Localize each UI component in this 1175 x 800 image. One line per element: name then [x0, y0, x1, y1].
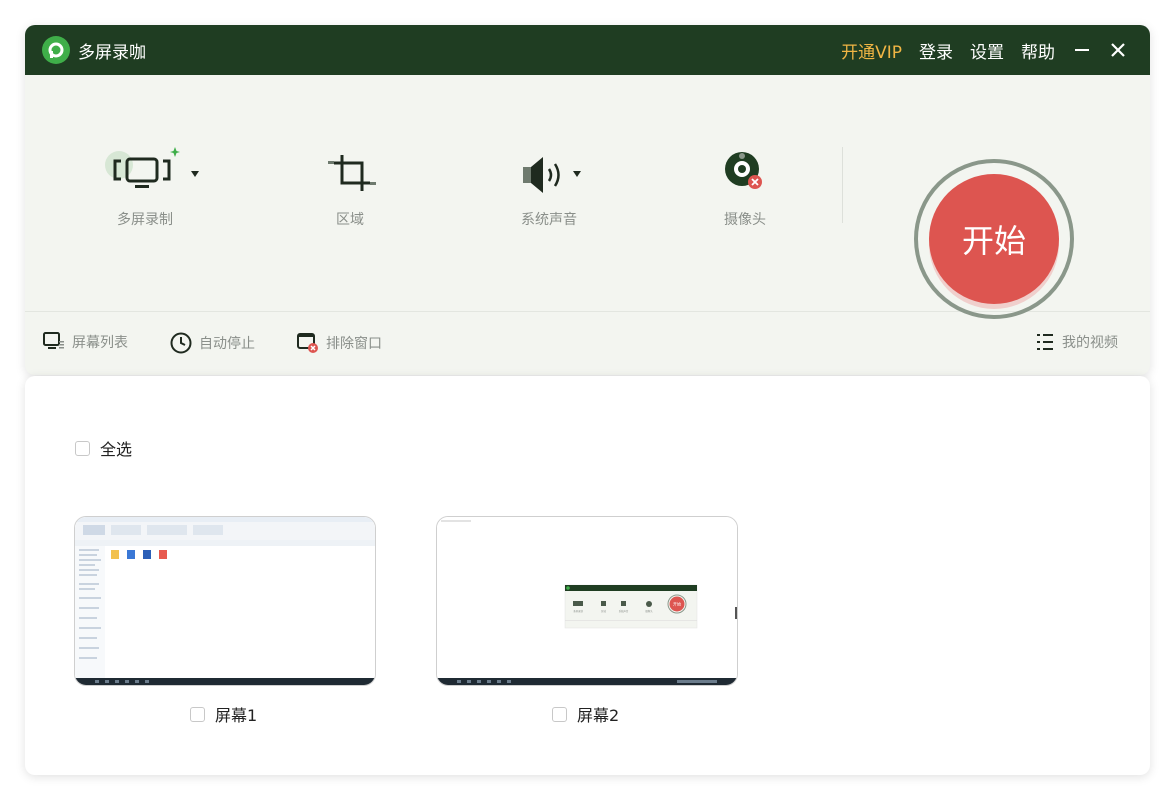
tool-divider [842, 147, 843, 223]
list-icon [1037, 334, 1053, 350]
exclude-window-button[interactable]: 排除窗口 [297, 332, 382, 354]
tool-webcam[interactable]: 摄像头 [720, 145, 770, 229]
tool-system-sound[interactable]: 系统声音 [519, 145, 581, 229]
tool-region[interactable]: 区域 [320, 145, 380, 229]
screen-list-label: 屏幕列表 [72, 335, 128, 351]
my-videos-button[interactable]: 我的视频 [1035, 332, 1118, 352]
app-title: 多屏录咖 [78, 42, 146, 63]
screen-2-preview-image: 多屏录制 区域 系统声音 摄像头 开始 [437, 517, 737, 685]
title-actions: 开通VIP 登录 设置 帮助 [841, 25, 1150, 75]
mini-tool-label: 系统声音 [619, 609, 629, 613]
screen-thumbnail-2[interactable]: 多屏录制 区域 系统声音 摄像头 开始 [436, 516, 738, 686]
auto-stop-button[interactable]: 自动停止 [170, 332, 255, 354]
bottom-bar: 屏幕列表 自动停止 排除窗口 我的视频 [25, 312, 1150, 375]
tool-label: 区域 [336, 212, 364, 228]
webcam-icon-wrap [720, 145, 770, 205]
title-bar[interactable]: 多屏录咖 开通VIP 登录 设置 帮助 [25, 25, 1150, 75]
app-logo-icon [42, 36, 70, 64]
multi-screen-icon-wrap [105, 145, 199, 205]
exclude-window-icon [297, 333, 318, 353]
clock-icon [170, 332, 192, 354]
screen-2-checkbox[interactable]: 屏幕2 [552, 702, 619, 726]
start-label: 开始 [961, 222, 1026, 260]
crop-icon-wrap [320, 145, 380, 205]
screen-1-checkbox[interactable]: 屏幕1 [190, 702, 257, 726]
screen-thumbnail-1[interactable] [74, 516, 376, 686]
mini-tool-label: 摄像头 [645, 609, 653, 613]
minimize-icon [1075, 49, 1089, 51]
mini-tool-label: 多屏录制 [573, 609, 583, 613]
tool-multi-screen[interactable]: 多屏录制 [105, 145, 199, 229]
auto-stop-label: 自动停止 [199, 336, 255, 352]
screen-list-icon [43, 332, 64, 349]
select-all-label: 全选 [100, 440, 133, 459]
crop-icon [328, 155, 376, 191]
settings-link[interactable]: 设置 [970, 38, 1004, 63]
select-all-box[interactable] [75, 440, 90, 456]
exclude-window-label: 排除窗口 [326, 336, 382, 352]
help-link[interactable]: 帮助 [1021, 38, 1055, 63]
close-button[interactable] [1108, 40, 1128, 60]
mini-start-label: 开始 [673, 601, 681, 607]
minimize-button[interactable] [1072, 40, 1092, 60]
mini-tool-label: 区域 [601, 609, 606, 613]
screen-2-label: 屏幕2 [577, 706, 620, 725]
mini-app-window [564, 584, 698, 629]
close-icon [1111, 43, 1125, 57]
webcam-icon [725, 152, 762, 189]
select-all-checkbox[interactable]: 全选 [75, 436, 132, 460]
vip-link[interactable]: 开通VIP [841, 38, 902, 63]
screen-1-box[interactable] [190, 706, 205, 722]
start-button[interactable]: 开始 [914, 159, 1074, 319]
my-videos-label: 我的视频 [1062, 335, 1118, 351]
login-link[interactable]: 登录 [919, 38, 953, 63]
start-button-face: 开始 [929, 174, 1059, 304]
screen-selection-panel: 全选 屏幕1 多屏录制 区域 系统声音 摄像头 开始 屏幕2 [25, 376, 1150, 775]
screen-list-button[interactable]: 屏幕列表 [43, 332, 128, 352]
speaker-dropdown-icon[interactable] [573, 171, 581, 177]
tool-area: 多屏录制 区域 系统声音 摄像头 开始 [25, 75, 1150, 319]
screen-1-preview-image [75, 517, 375, 685]
speaker-icon [523, 157, 560, 193]
main-window: 多屏录咖 开通VIP 登录 设置 帮助 多屏录制 区域 系统声音 摄像头 开始 … [25, 25, 1150, 375]
tool-label: 摄像头 [724, 212, 766, 228]
multi-screen-dropdown-icon[interactable] [191, 171, 199, 177]
screen-1-label: 屏幕1 [215, 706, 258, 725]
screen-2-box[interactable] [552, 706, 567, 722]
tool-label: 系统声音 [521, 212, 577, 228]
speaker-icon-wrap [519, 145, 581, 205]
multi-screen-icon [105, 147, 180, 188]
tool-label: 多屏录制 [117, 212, 173, 228]
